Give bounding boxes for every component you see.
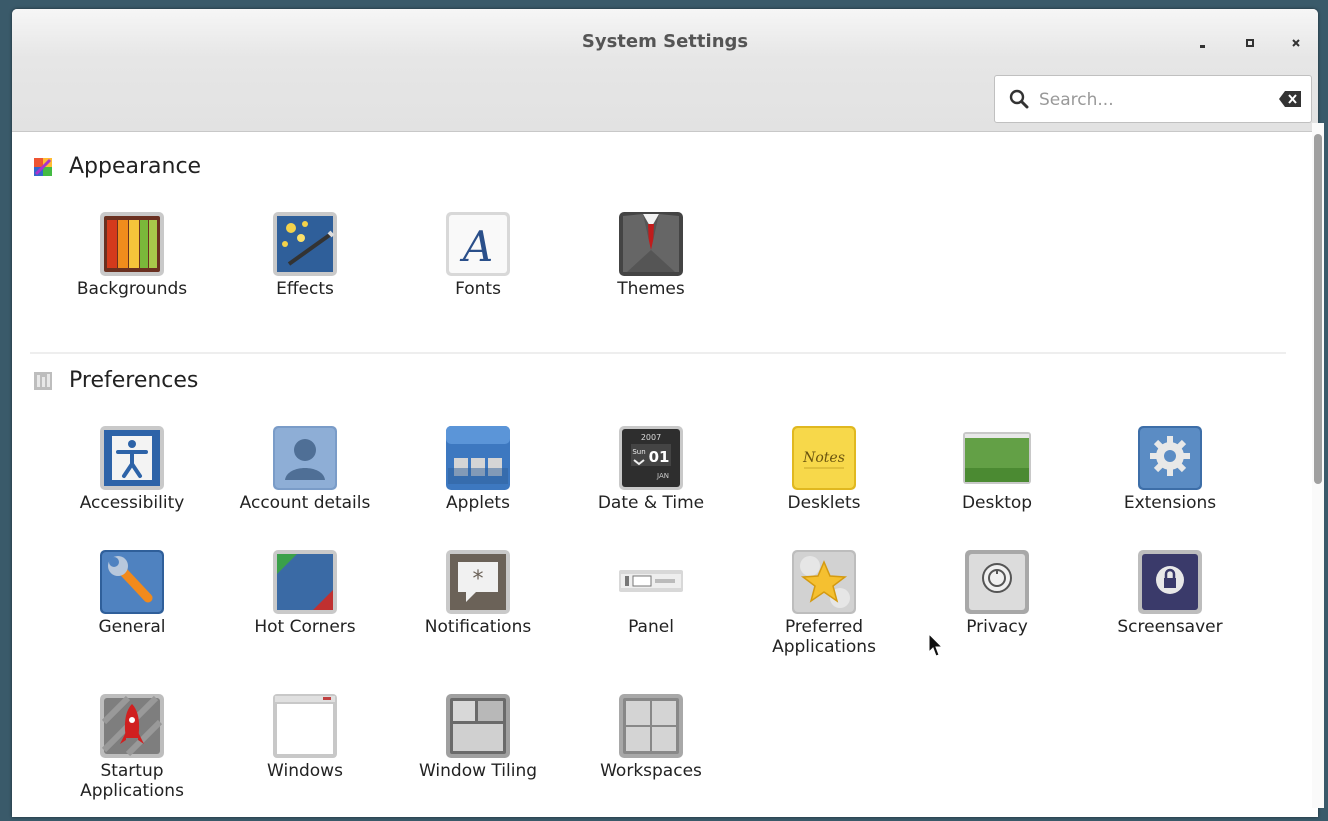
general-icon xyxy=(98,548,166,616)
applets-icon xyxy=(444,424,512,492)
close-button[interactable] xyxy=(1284,31,1308,55)
backgrounds-icon xyxy=(98,210,166,278)
extensions-icon xyxy=(1136,424,1204,492)
settings-item-label: Themes xyxy=(617,279,685,299)
settings-item-label: Panel xyxy=(628,617,674,637)
hot-corners-icon xyxy=(271,548,339,616)
search-field[interactable] xyxy=(994,75,1312,123)
themes-icon xyxy=(617,210,685,278)
settings-item-windows[interactable]: Windows xyxy=(220,692,390,781)
settings-item-window-tiling[interactable]: Window Tiling xyxy=(393,692,563,781)
settings-item-label: Hot Corners xyxy=(254,617,356,637)
settings-item-notifications[interactable]: * Notifications xyxy=(393,548,563,637)
settings-item-label: Window Tiling xyxy=(418,761,538,781)
appearance-category-icon xyxy=(34,157,52,176)
settings-item-label: Startup Applications xyxy=(80,761,184,801)
settings-item-label: General xyxy=(98,617,166,637)
settings-item-label: Backgrounds xyxy=(76,279,188,299)
settings-item-label: Applets xyxy=(446,493,510,513)
effects-icon xyxy=(271,210,339,278)
settings-item-label: Extensions xyxy=(1123,493,1217,513)
svg-text:01: 01 xyxy=(649,448,670,466)
search-icon xyxy=(1009,89,1029,109)
svg-text:2007: 2007 xyxy=(641,433,661,442)
window-title: System Settings xyxy=(581,31,749,52)
svg-text:JAN: JAN xyxy=(656,472,669,480)
settings-item-label: Notifications xyxy=(424,617,532,637)
windows-icon xyxy=(271,692,339,760)
header-bar: System Settings xyxy=(12,9,1318,132)
window-tiling-icon xyxy=(444,692,512,760)
settings-item-workspaces[interactable]: Workspaces xyxy=(566,692,736,781)
settings-item-label: Workspaces xyxy=(600,761,702,781)
svg-text:A: A xyxy=(459,222,493,271)
settings-item-label: Windows xyxy=(267,761,343,781)
settings-item-extensions[interactable]: Extensions xyxy=(1085,424,1255,513)
minimize-button[interactable] xyxy=(1191,31,1215,55)
workspaces-icon xyxy=(617,692,685,760)
settings-item-fonts[interactable]: A Fonts xyxy=(393,210,563,299)
settings-item-startup-applications[interactable]: Startup Applications xyxy=(47,692,217,801)
settings-item-account-details[interactable]: Account details xyxy=(220,424,390,513)
clear-search-icon[interactable] xyxy=(1279,91,1301,107)
preferences-section-title: Preferences xyxy=(69,368,199,393)
settings-item-label: Preferred Applications xyxy=(772,617,876,657)
settings-item-desktop[interactable]: Desktop xyxy=(912,424,1082,513)
settings-item-label: Account details xyxy=(239,493,371,513)
settings-item-date-time[interactable]: 2007 Sun 01 JAN Date & Time xyxy=(566,424,736,513)
startup-applications-icon xyxy=(98,692,166,760)
settings-item-preferred-applications[interactable]: Preferred Applications xyxy=(739,548,909,657)
settings-item-label: Desktop xyxy=(961,493,1033,513)
fonts-icon: A xyxy=(444,210,512,278)
settings-item-label: Accessibility xyxy=(79,493,185,513)
appearance-section-title: Appearance xyxy=(69,154,202,179)
account-details-icon xyxy=(271,424,339,492)
settings-item-effects[interactable]: Effects xyxy=(220,210,390,299)
settings-item-desklets[interactable]: Notes Desklets xyxy=(739,424,909,513)
preferred-applications-icon xyxy=(790,548,858,616)
settings-item-label: Effects xyxy=(276,279,334,299)
maximize-button[interactable] xyxy=(1238,31,1262,55)
settings-content: Appearance Backgrounds Effects A Fonts T… xyxy=(12,132,1318,817)
settings-item-accessibility[interactable]: Accessibility xyxy=(47,424,217,513)
appearance-section-header: Appearance xyxy=(34,154,201,179)
desktop-icon xyxy=(963,424,1031,492)
scrollbar-thumb[interactable] xyxy=(1314,134,1322,484)
settings-item-label: Date & Time xyxy=(597,493,705,513)
settings-item-themes[interactable]: Themes xyxy=(566,210,736,299)
preferences-section-header: Preferences xyxy=(34,368,198,393)
settings-item-label: Screensaver xyxy=(1117,617,1223,637)
settings-item-panel[interactable]: Panel xyxy=(566,548,736,637)
settings-item-hot-corners[interactable]: Hot Corners xyxy=(220,548,390,637)
screensaver-icon xyxy=(1136,548,1204,616)
settings-item-label: Fonts xyxy=(455,279,501,299)
mouse-cursor-icon xyxy=(928,633,944,657)
system-settings-window: System Settings Search... Appearance Bac… xyxy=(12,9,1318,817)
settings-item-general[interactable]: General xyxy=(47,548,217,637)
date-time-icon: 2007 Sun 01 JAN xyxy=(617,424,685,492)
desklets-icon: Notes xyxy=(790,424,858,492)
panel-icon xyxy=(617,548,685,616)
svg-text:*: * xyxy=(473,567,484,592)
settings-item-privacy[interactable]: Privacy xyxy=(912,548,1082,637)
settings-item-label: Desklets xyxy=(787,493,861,513)
section-divider xyxy=(30,352,1286,354)
settings-item-screensaver[interactable]: Screensaver xyxy=(1085,548,1255,637)
settings-item-applets[interactable]: Applets xyxy=(393,424,563,513)
accessibility-icon xyxy=(98,424,166,492)
preferences-category-icon xyxy=(34,371,52,390)
svg-text:Sun: Sun xyxy=(632,448,645,456)
settings-item-backgrounds[interactable]: Backgrounds xyxy=(47,210,217,299)
notifications-icon: * xyxy=(444,548,512,616)
search-input[interactable] xyxy=(1037,86,1266,114)
svg-text:Notes: Notes xyxy=(802,450,845,466)
privacy-icon xyxy=(963,548,1031,616)
